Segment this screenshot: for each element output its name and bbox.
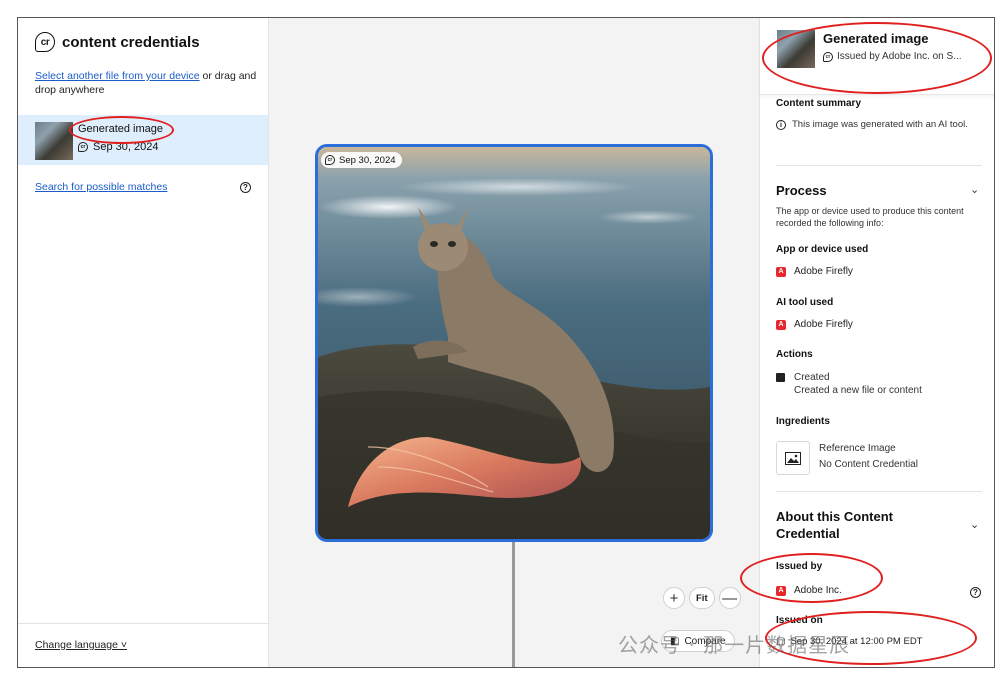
chevron-down-icon[interactable]: ⌄: [970, 518, 979, 531]
issuer-line: cr Issued by Adobe Inc. on S...: [823, 51, 962, 62]
image-icon: [785, 451, 801, 465]
ingredient-title: Reference Image: [819, 443, 896, 454]
adobe-logo-icon: A: [776, 585, 786, 596]
process-description: The app or device used to produce this c…: [776, 206, 964, 228]
watermark: 公众号 · 那一片数据星辰: [618, 633, 851, 657]
select-file-link[interactable]: Select another file from your device: [35, 70, 200, 82]
file-date-row: cr Sep 30, 2024: [78, 141, 158, 153]
file-date: Sep 30, 2024: [93, 141, 159, 153]
selected-file-card[interactable]: Generated image cr Sep 30, 2024: [18, 115, 268, 165]
divider: [776, 491, 982, 492]
issued-by-heading: Issued by: [776, 561, 823, 572]
image-canvas: cr Sep 30, 2024 + Fit — ◧ Compare: [269, 18, 759, 667]
issued-by-value: Adobe Inc.: [794, 585, 842, 596]
file-title: Generated image: [78, 123, 163, 135]
issued-on-heading: Issued on: [776, 615, 823, 626]
actions-heading: Actions: [776, 349, 813, 360]
details-header: Generated image cr Issued by Adobe Inc. …: [760, 18, 994, 95]
details-title: Generated image: [823, 31, 929, 46]
adobe-firefly-icon: A: [776, 266, 786, 277]
zoom-in-button[interactable]: +: [663, 587, 685, 609]
brand-title: content credentials: [62, 33, 200, 51]
fit-button[interactable]: Fit: [689, 587, 715, 609]
divider: [776, 165, 982, 166]
about-heading[interactable]: About this Content Credential: [776, 508, 936, 542]
ingredients-heading: Ingredients: [776, 416, 830, 427]
details-panel: Generated image cr Issued by Adobe Inc. …: [759, 18, 994, 667]
issued-by-row: A Adobe Inc.: [776, 585, 842, 596]
zoom-controls: + Fit —: [663, 587, 741, 609]
content-summary-heading: Content summary: [776, 98, 862, 109]
app-value: Adobe Firefly: [794, 266, 853, 277]
ai-tool-heading: AI tool used: [776, 297, 834, 308]
image-date: Sep 30, 2024: [339, 154, 396, 166]
ai-tool-row: A Adobe Firefly: [776, 319, 853, 330]
app-row: A Adobe Firefly: [776, 266, 853, 277]
ingredient-thumbnail[interactable]: [776, 441, 810, 475]
content-summary-text: This image was generated with an AI tool…: [792, 119, 968, 130]
adobe-firefly-icon: A: [776, 319, 786, 330]
file-thumbnail: [35, 122, 73, 160]
process-heading[interactable]: Process: [776, 182, 827, 199]
created-icon: [776, 373, 785, 382]
details-thumbnail: [777, 30, 815, 68]
action-description: Created a new file or content: [794, 385, 922, 396]
content-credentials-logo-icon: cr: [35, 32, 55, 52]
generated-image: [318, 147, 710, 539]
app-heading: App or device used: [776, 244, 869, 255]
app-window: cr content credentials Select another fi…: [17, 17, 995, 668]
zoom-out-button[interactable]: —: [718, 587, 741, 609]
action-title: Created: [794, 372, 830, 383]
ai-tool-value: Adobe Firefly: [794, 319, 853, 330]
tree-connector: [512, 541, 515, 667]
change-language-button[interactable]: Change language ˅: [35, 639, 127, 651]
content-credential-icon: cr: [78, 142, 88, 152]
content-credential-icon: cr: [325, 155, 335, 165]
file-select-instructions: Select another file from your device or …: [35, 69, 257, 97]
main-image-node[interactable]: [315, 144, 713, 542]
divider: [18, 623, 268, 624]
content-credential-icon: cr: [823, 51, 833, 62]
help-icon[interactable]: ?: [970, 587, 981, 598]
brand: cr content credentials: [35, 32, 200, 52]
chevron-down-icon[interactable]: ⌄: [970, 183, 979, 196]
issuer-text: Issued by Adobe Inc. on S...: [837, 51, 962, 62]
ingredient-description: No Content Credential: [819, 459, 918, 470]
image-date-badge: cr Sep 30, 2024: [321, 152, 402, 168]
left-sidebar: cr content credentials Select another fi…: [18, 18, 269, 667]
help-icon[interactable]: ?: [240, 182, 251, 193]
search-matches-link[interactable]: Search for possible matches: [35, 181, 167, 193]
info-icon: i: [776, 120, 786, 130]
